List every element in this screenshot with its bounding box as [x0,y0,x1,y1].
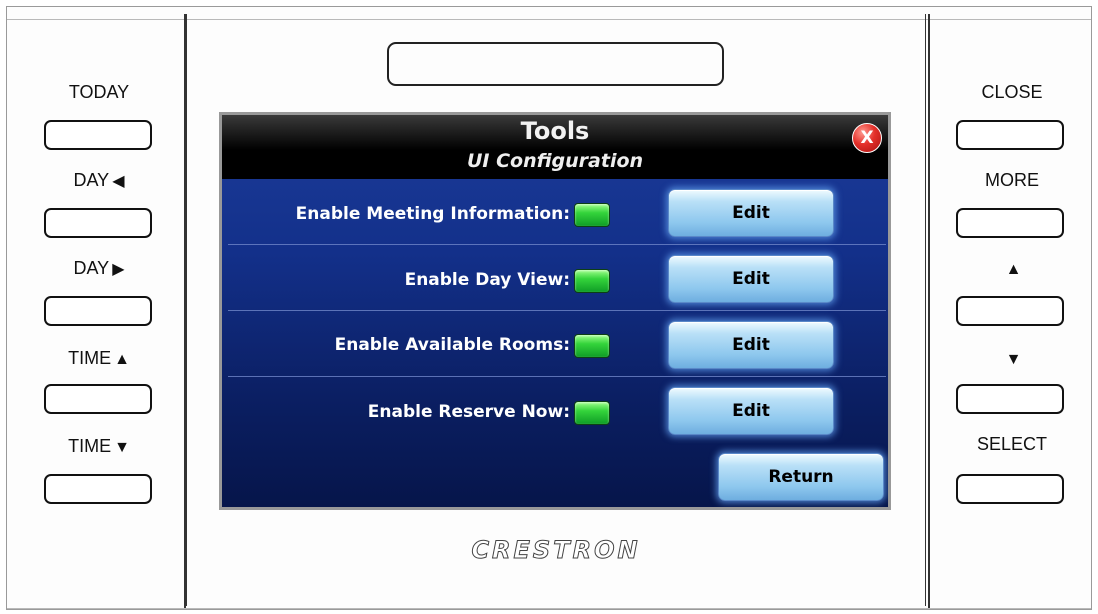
reserve-now-status-led [574,401,610,425]
triangle-left-icon: ◀ [112,173,125,190]
reserve-now-edit-button[interactable]: Edit [668,387,834,435]
row-divider [228,244,886,245]
more-label: MORE [985,170,1039,190]
triangle-down-icon: ▼ [1005,351,1022,368]
day-next-label: DAY ▶ [73,258,125,278]
up-button[interactable] [956,296,1064,326]
today-label: TODAY [68,82,130,102]
row-divider [228,376,886,377]
meeting-info-label: Enable Meeting Information: [295,204,570,224]
reserve-now-label: Enable Reserve Now: [367,402,570,422]
page-title: Tools [520,117,590,145]
page-subtitle: UI Configuration [466,150,644,172]
triangle-right-icon: ▶ [112,261,125,278]
time-down-label: TIME ▼ [68,436,130,456]
available-rooms-label: Enable Available Rooms: [334,335,570,355]
more-button[interactable] [956,208,1064,238]
right-button-panel: CLOSE MORE ▲ ▼ SELECT [928,14,1098,608]
row-divider [228,310,886,311]
triangle-down-icon: ▼ [114,439,130,456]
select-label: SELECT [976,434,1048,454]
frame-bottom-edge [7,608,1091,609]
crestron-logo: CRESTRON [471,536,641,565]
available-rooms-edit-button[interactable]: Edit [668,321,834,369]
close-label: CLOSE [981,82,1043,102]
touch-screen: Tools UI Configuration X Enable Meeting … [219,112,891,510]
triangle-up-icon: ▲ [1005,261,1022,278]
time-down-button[interactable] [44,474,152,504]
meeting-info-status-led [574,203,610,227]
day-view-status-led [574,269,610,293]
time-up-label: TIME ▲ [68,348,130,368]
left-button-panel: TODAY DAY ◀ DAY ▶ TIME ▲ TIME ▼ [14,14,186,608]
today-button[interactable] [44,120,152,150]
title-bar: Tools UI Configuration X [222,115,888,179]
day-view-edit-button[interactable]: Edit [668,255,834,303]
select-button[interactable] [956,474,1064,504]
available-rooms-status-led [574,334,610,358]
top-indicator-bar [387,42,724,86]
close-button[interactable] [956,120,1064,150]
day-view-label: Enable Day View: [404,270,570,290]
return-button[interactable]: Return [718,453,884,501]
center-display-area: Tools UI Configuration X Enable Meeting … [186,14,926,606]
triangle-up-icon: ▲ [114,351,130,368]
close-icon[interactable]: X [852,123,882,153]
day-next-button[interactable] [44,296,152,326]
day-prev-button[interactable] [44,208,152,238]
time-up-button[interactable] [44,384,152,414]
meeting-info-edit-button[interactable]: Edit [668,189,834,237]
up-arrow-label: ▲ [930,258,1094,279]
down-button[interactable] [956,384,1064,414]
down-arrow-label: ▼ [930,348,1094,369]
day-prev-label: DAY ◀ [73,170,125,190]
